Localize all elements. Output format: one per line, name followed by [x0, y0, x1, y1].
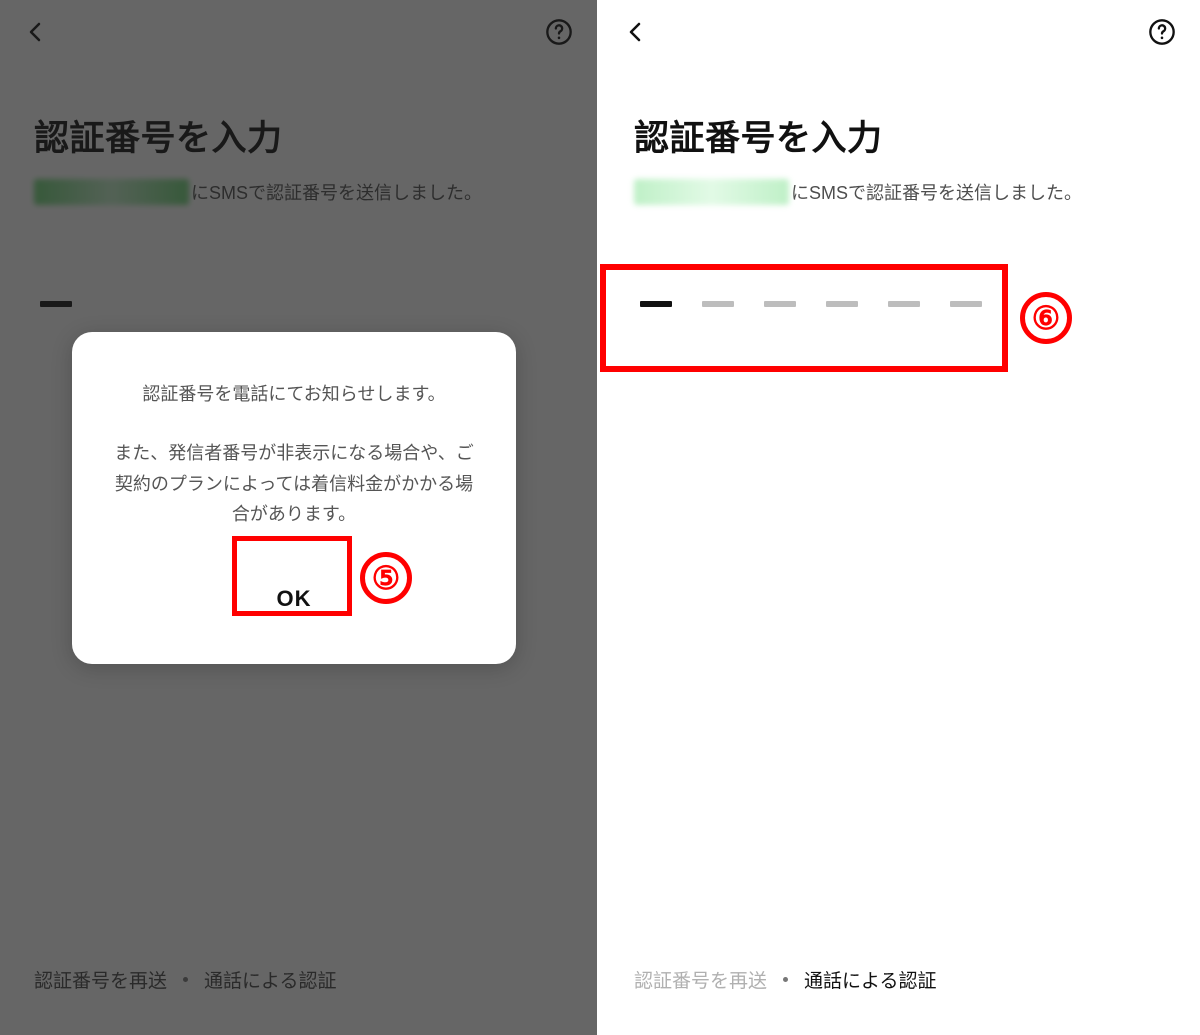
modal-text-1: 認証番号を電話にてお知らせします。 [112, 380, 476, 406]
confirm-modal: 認証番号を電話にてお知らせします。 また、発信者番号が非表示になる場合や、ご契約… [72, 332, 516, 664]
redacted-phone [634, 179, 789, 205]
screen-left: 認証番号を入力 にSMSで認証番号を送信しました。 認証番号を再送 通話による認… [0, 0, 600, 1035]
header-right [600, 0, 1200, 64]
separator-dot [783, 977, 788, 982]
back-icon[interactable] [624, 20, 648, 44]
annotation-box-code [600, 264, 1008, 372]
modal-ok-button[interactable]: OK [239, 572, 349, 626]
help-icon[interactable] [1148, 18, 1176, 46]
call-auth-link[interactable]: 通話による認証 [804, 966, 936, 993]
screen-right: 認証番号を入力 にSMSで認証番号を送信しました。 認証番号を再送 通話による認… [600, 0, 1200, 1035]
bottom-links: 認証番号を再送 通話による認証 [634, 966, 936, 993]
resend-link[interactable]: 認証番号を再送 [634, 966, 767, 993]
page-title: 認証番号を入力 [634, 110, 1166, 161]
subtitle: にSMSで認証番号を送信しました。 [634, 179, 1166, 205]
modal-text-2: また、発信者番号が非表示になる場合や、ご契約のプランによっては着信料金がかかる場… [112, 438, 476, 530]
subtitle-tail: にSMSで認証番号を送信しました。 [791, 179, 1082, 205]
